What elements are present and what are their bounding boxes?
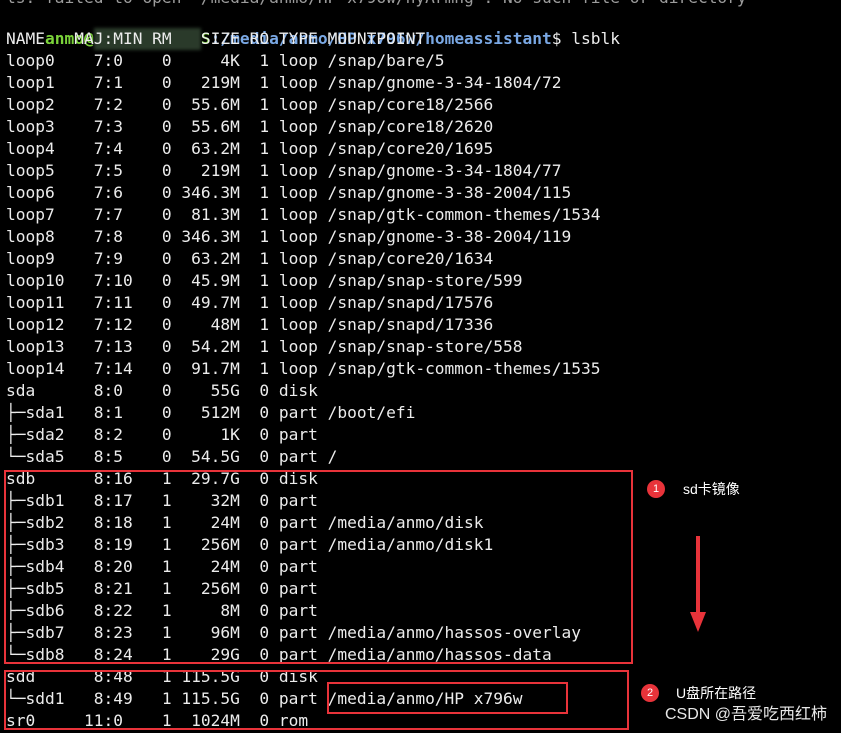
lsblk-row: loop11 7:11 0 49.7M 1 loop /snap/snapd/1… bbox=[6, 293, 494, 312]
lsblk-header: NAME MAJ:MIN RM SIZE RO TYPE MOUNTPOINT bbox=[6, 29, 426, 48]
lsblk-row: loop8 7:8 0 346.3M 1 loop /snap/gnome-3-… bbox=[6, 227, 572, 246]
lsblk-row: loop5 7:5 0 219M 1 loop /snap/gnome-3-34… bbox=[6, 161, 562, 180]
lsblk-row: ├─sdb4 8:20 1 24M 0 part bbox=[6, 557, 318, 576]
lsblk-row: loop6 7:6 0 346.3M 1 loop /snap/gnome-3-… bbox=[6, 183, 572, 202]
lsblk-row: └─sdb8 8:24 1 29G 0 part /media/anmo/has… bbox=[6, 645, 552, 664]
lsblk-row: ├─sdb5 8:21 1 256M 0 part bbox=[6, 579, 318, 598]
annotation-note-usb-path: U盘所在路径 bbox=[676, 685, 757, 701]
lsblk-row: loop9 7:9 0 63.2M 1 loop /snap/core20/16… bbox=[6, 249, 494, 268]
annotation-badge-1: 1 bbox=[647, 480, 665, 498]
lsblk-row: loop14 7:14 0 91.7M 1 loop /snap/gtk-com… bbox=[6, 359, 601, 378]
command-text: lsblk bbox=[571, 29, 621, 48]
terminal-window[interactable]: ls: failed to open '/media/anmo/HP x796w… bbox=[0, 0, 841, 733]
annotation-badge-2: 2 bbox=[641, 684, 659, 702]
lsblk-row: loop3 7:3 0 55.6M 1 loop /snap/core18/26… bbox=[6, 117, 494, 136]
lsblk-row: loop2 7:2 0 55.6M 1 loop /snap/core18/25… bbox=[6, 95, 494, 114]
lsblk-row: sdd 8:48 1 115.5G 0 disk bbox=[6, 667, 318, 686]
prompt-line: anmo@xxxxxxxxxxxS:/media/anmo/HP x796w/h… bbox=[6, 6, 620, 50]
annotation-note-sd-card: sd卡镜像 bbox=[683, 481, 740, 497]
lsblk-row: loop13 7:13 0 54.2M 1 loop /snap/snap-st… bbox=[6, 337, 523, 356]
lsblk-row: └─sda5 8:5 0 54.5G 0 part / bbox=[6, 447, 338, 466]
lsblk-row: ├─sdb1 8:17 1 32M 0 part bbox=[6, 491, 318, 510]
prompt-symbol: $ bbox=[551, 29, 572, 48]
lsblk-row: ├─sdb6 8:22 1 8M 0 part bbox=[6, 601, 318, 620]
lsblk-row: sdb 8:16 1 29.7G 0 disk bbox=[6, 469, 318, 488]
lsblk-row: loop12 7:12 0 48M 1 loop /snap/snapd/173… bbox=[6, 315, 494, 334]
lsblk-row: sr0 11:0 1 1024M 0 rom bbox=[6, 711, 309, 730]
csdn-watermark: CSDN @吾爱吃西红柿 bbox=[664, 706, 827, 723]
down-arrow-icon bbox=[690, 536, 706, 632]
lsblk-row: loop0 7:0 0 4K 1 loop /snap/bare/5 bbox=[6, 51, 445, 70]
lsblk-row: loop1 7:1 0 219M 1 loop /snap/gnome-3-34… bbox=[6, 73, 562, 92]
lsblk-row: ├─sdb2 8:18 1 24M 0 part /media/anmo/dis… bbox=[6, 513, 484, 532]
lsblk-row: └─sdd1 8:49 1 115.5G 0 part /media/anmo/… bbox=[6, 689, 523, 708]
lsblk-row: ├─sda2 8:2 0 1K 0 part bbox=[6, 425, 318, 444]
lsblk-row: ├─sdb3 8:19 1 256M 0 part /media/anmo/di… bbox=[6, 535, 494, 554]
lsblk-row: loop4 7:4 0 63.2M 1 loop /snap/core20/16… bbox=[6, 139, 494, 158]
lsblk-row: sda 8:0 0 55G 0 disk bbox=[6, 381, 318, 400]
lsblk-row: ├─sda1 8:1 0 512M 0 part /boot/efi bbox=[6, 403, 416, 422]
lsblk-row: loop10 7:10 0 45.9M 1 loop /snap/snap-st… bbox=[6, 271, 523, 290]
lsblk-row: ├─sdb7 8:23 1 96M 0 part /media/anmo/has… bbox=[6, 623, 581, 642]
lsblk-row: loop7 7:7 0 81.3M 1 loop /snap/gtk-commo… bbox=[6, 205, 601, 224]
